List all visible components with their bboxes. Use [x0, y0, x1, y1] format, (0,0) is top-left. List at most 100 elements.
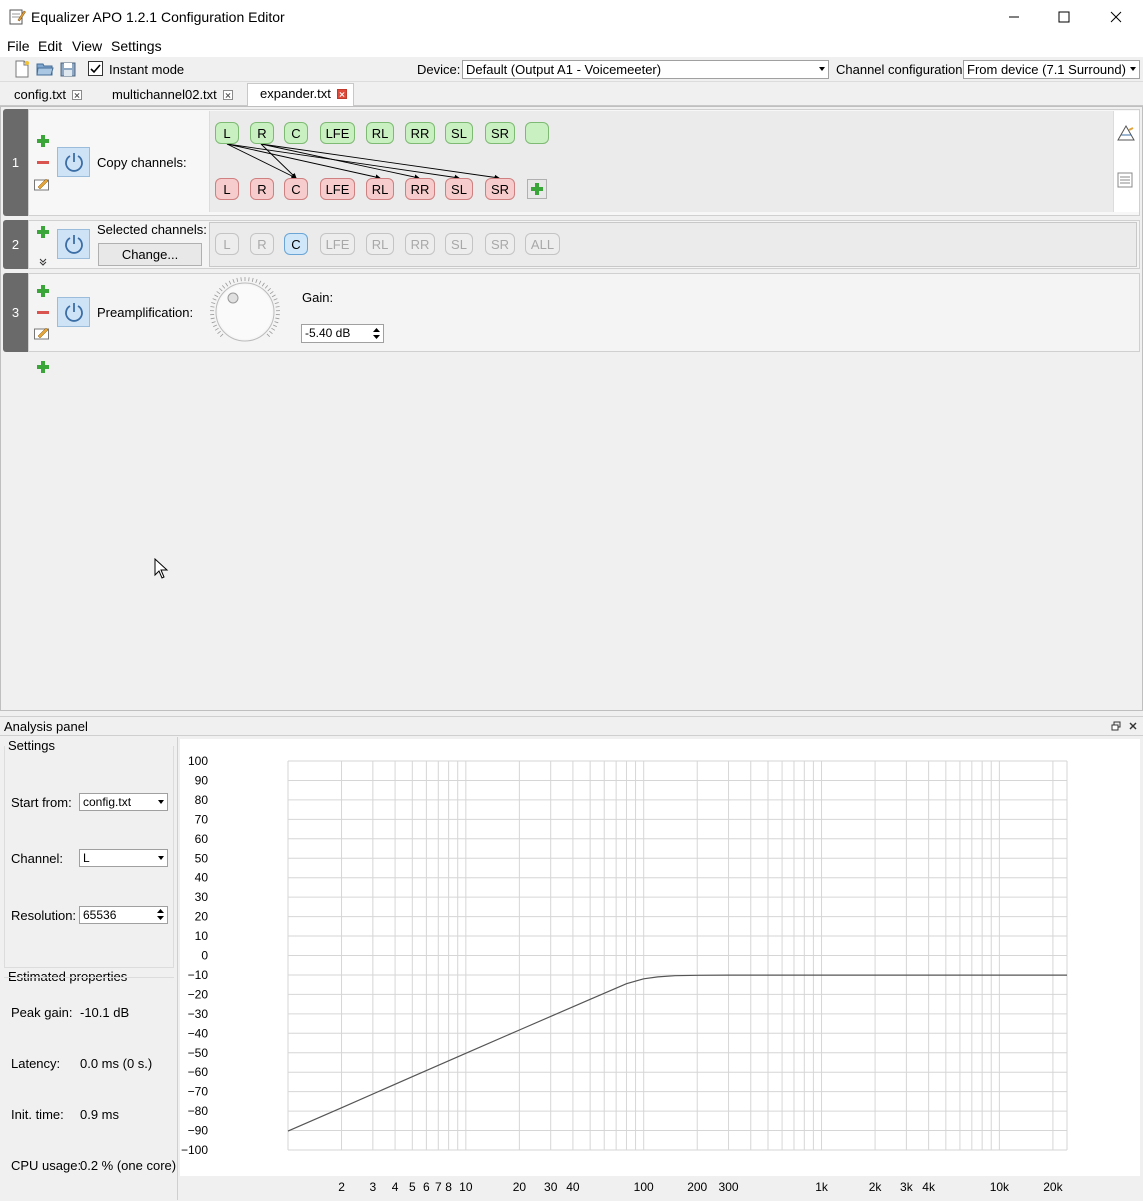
minimize-icon — [1008, 11, 1020, 23]
graph-view-icon[interactable] — [1117, 124, 1135, 142]
knob-tick — [237, 278, 238, 282]
analysis-panel-header: Analysis panel — [0, 716, 1143, 736]
knob-tick — [218, 331, 221, 333]
knob-tick — [213, 325, 217, 327]
knob-tick — [220, 334, 223, 337]
knob-tick — [215, 328, 218, 330]
target-channel-l[interactable]: L — [215, 178, 239, 200]
y-tick-label: −80 — [188, 1104, 209, 1118]
close-icon[interactable] — [223, 90, 233, 100]
close-icon[interactable] — [72, 90, 82, 100]
open-file-icon[interactable] — [36, 60, 54, 78]
power-icon — [63, 233, 85, 255]
target-channel-r[interactable]: R — [250, 178, 274, 200]
x-tick-label: 30 — [544, 1180, 558, 1194]
channel-lfe[interactable]: LFE — [320, 233, 355, 255]
target-channel-rl[interactable]: RL — [366, 178, 394, 200]
frequency-response-plot[interactable]: 1009080706050403020100−10−20−30−40−50−60… — [180, 739, 1140, 1198]
target-channel-sl[interactable]: SL — [445, 178, 473, 200]
menu-edit[interactable]: Edit — [38, 38, 62, 54]
y-tick-label: 50 — [195, 851, 209, 865]
new-file-icon[interactable] — [13, 60, 31, 78]
channel-rl[interactable]: RL — [366, 233, 394, 255]
channel-sl[interactable]: SL — [445, 233, 473, 255]
source-channel-rl[interactable]: RL — [366, 122, 394, 144]
tab-config[interactable]: config.txt — [2, 85, 88, 106]
divider — [4, 977, 174, 978]
save-file-icon[interactable] — [59, 60, 77, 78]
text-view-icon[interactable] — [1117, 172, 1133, 188]
source-channel-l[interactable]: L — [215, 122, 239, 144]
target-channel-lfe[interactable]: LFE — [320, 178, 355, 200]
menu-file[interactable]: File — [7, 38, 30, 54]
close-icon — [1110, 11, 1122, 23]
edit-icon[interactable] — [34, 326, 50, 340]
tab-multichannel02[interactable]: multichannel02.txt — [100, 85, 239, 106]
change-button[interactable]: Change... — [98, 243, 202, 266]
start-from-select[interactable]: config.txt — [79, 793, 168, 811]
x-tick-label: 2 — [338, 1180, 345, 1194]
close-panel-icon[interactable] — [1128, 721, 1138, 731]
minimize-button[interactable] — [990, 0, 1038, 34]
add-filter-end-icon[interactable] — [37, 361, 49, 373]
channel-config-value: From device (7.1 Surround) — [967, 62, 1126, 77]
device-select[interactable]: Default (Output A1 - Voicemeeter) — [462, 60, 829, 79]
spin-arrows-icon[interactable] — [371, 326, 382, 341]
close-button[interactable] — [1092, 0, 1140, 34]
target-channel-rr[interactable]: RR — [405, 178, 435, 200]
chevron-down-icon — [1130, 67, 1136, 71]
menu-view[interactable]: View — [72, 38, 102, 54]
power-toggle-button[interactable] — [57, 229, 90, 259]
remove-filter-icon[interactable] — [37, 157, 49, 169]
spin-arrows-icon[interactable] — [155, 907, 166, 922]
channel-select[interactable]: L — [79, 849, 168, 867]
power-toggle-button[interactable] — [57, 147, 90, 177]
target-channel-c[interactable]: C — [284, 178, 308, 200]
y-tick-label: 60 — [195, 832, 209, 846]
channel-l[interactable]: L — [215, 233, 239, 255]
gain-knob[interactable] — [208, 276, 282, 348]
source-channel-lfe[interactable]: LFE — [320, 122, 355, 144]
source-channel-c[interactable]: C — [284, 122, 308, 144]
source-channel-empty[interactable] — [525, 122, 549, 144]
filter-number[interactable]: 2 — [3, 220, 28, 269]
analysis-panel-title: Analysis panel — [4, 719, 88, 734]
channel-all[interactable]: ALL — [525, 233, 560, 255]
edit-icon[interactable] — [34, 177, 50, 191]
add-target-channel-button[interactable] — [527, 179, 547, 199]
power-toggle-button[interactable] — [57, 297, 90, 327]
menu-settings[interactable]: Settings — [111, 38, 162, 54]
instant-mode-checkbox[interactable] — [88, 61, 103, 76]
resolution-spinbox[interactable]: 65536 — [79, 906, 168, 924]
source-channel-sl[interactable]: SL — [445, 122, 473, 144]
tab-label: config.txt — [14, 87, 66, 102]
gain-spinbox[interactable]: -5.40 dB — [301, 324, 384, 343]
close-icon[interactable] — [337, 89, 347, 99]
add-filter-icon[interactable] — [37, 285, 49, 297]
channel-config-select[interactable]: From device (7.1 Surround) — [963, 60, 1140, 79]
target-channel-sr[interactable]: SR — [485, 178, 515, 200]
channel-c[interactable]: C — [284, 233, 308, 255]
power-icon — [63, 301, 85, 323]
tab-expander[interactable]: expander.txt — [247, 83, 354, 106]
source-channel-r[interactable]: R — [250, 122, 274, 144]
device-label: Device: — [417, 62, 460, 77]
filter-number[interactable]: 1 — [3, 109, 28, 216]
menu-bar — [0, 34, 1143, 57]
channel-sr[interactable]: SR — [485, 233, 515, 255]
remove-filter-icon[interactable] — [37, 307, 49, 319]
add-filter-icon[interactable] — [37, 135, 49, 147]
maximize-button[interactable] — [1040, 0, 1088, 34]
source-channel-sr[interactable]: SR — [485, 122, 515, 144]
tab-label: multichannel02.txt — [112, 87, 217, 102]
latency-label: Latency: — [11, 1056, 60, 1071]
add-filter-icon[interactable] — [37, 226, 49, 238]
float-panel-icon[interactable] — [1111, 721, 1121, 731]
expand-icon[interactable] — [38, 258, 48, 266]
filter-number[interactable]: 3 — [3, 273, 28, 352]
channel-rr[interactable]: RR — [405, 233, 435, 255]
knob-tick — [256, 279, 257, 283]
x-tick-label: 40 — [566, 1180, 580, 1194]
channel-r[interactable]: R — [250, 233, 274, 255]
source-channel-rr[interactable]: RR — [405, 122, 435, 144]
